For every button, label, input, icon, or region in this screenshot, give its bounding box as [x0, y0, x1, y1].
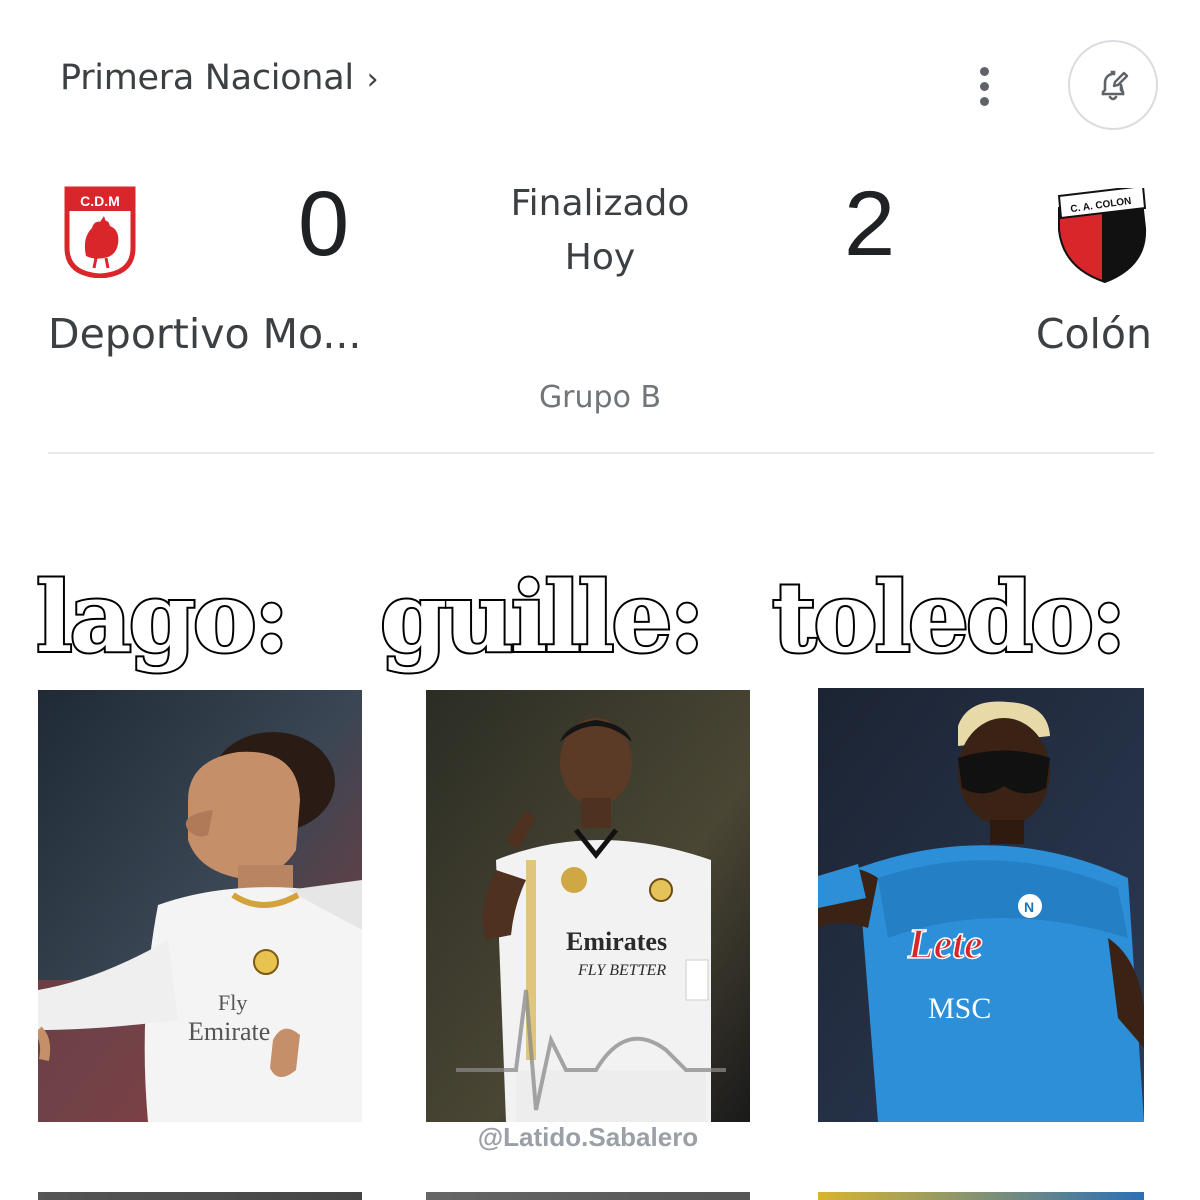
- player-photo-2: Emirates FLY BETTER: [426, 690, 750, 1122]
- watermark-handle: @Latido.Sabalero: [477, 1122, 699, 1152]
- svg-text:Fly: Fly: [218, 990, 247, 1015]
- player-image: Lete MSC N: [818, 688, 1144, 1122]
- player-photo-1: Fly Emirate: [38, 690, 362, 1122]
- svg-text:N: N: [1024, 899, 1034, 915]
- dot: [979, 96, 989, 106]
- caption-toledo: toledo:: [770, 561, 1129, 674]
- dot: [979, 81, 989, 91]
- player-image: Emirates FLY BETTER: [426, 690, 750, 1122]
- bell-edit-button[interactable]: [1068, 40, 1158, 130]
- chevron-right-icon: ›: [366, 62, 379, 97]
- svg-text:FLY BETTER: FLY BETTER: [577, 962, 666, 979]
- svg-text:Emirate: Emirate: [188, 1017, 270, 1046]
- player-image: Fly Emirate: [38, 690, 362, 1122]
- caption-guille: guille:: [378, 561, 707, 674]
- next-photo-edge: [818, 1192, 1144, 1200]
- league-link[interactable]: Primera Nacional ›: [60, 58, 379, 98]
- meme-page: Primera Nacional › C.D.M 0 Finalizado Ho…: [0, 0, 1200, 1200]
- svg-text:Lete: Lete: [907, 922, 983, 968]
- next-photo-edge: [426, 1192, 750, 1200]
- crest-text: C.D.M: [80, 193, 120, 209]
- away-team-name[interactable]: Colón: [1036, 311, 1152, 357]
- home-score: 0: [298, 173, 350, 275]
- group-label: Grupo B: [538, 380, 662, 415]
- svg-text:MSC: MSC: [928, 992, 991, 1025]
- home-team-name[interactable]: Deportivo Mo...: [48, 311, 361, 357]
- svg-text:Emirates: Emirates: [566, 927, 667, 956]
- more-vert-icon[interactable]: [962, 58, 1006, 114]
- next-photo-edge: [38, 1192, 362, 1200]
- player-photo-3: Lete MSC N: [818, 688, 1144, 1122]
- caption-lago: lago:: [34, 561, 291, 674]
- bell-edit-icon: [1101, 70, 1129, 101]
- colon-crest[interactable]: C. A. COLON: [1055, 188, 1149, 284]
- deportivo-moron-crest[interactable]: C.D.M: [64, 186, 136, 278]
- match-date: Hoy: [564, 237, 636, 278]
- match-status: Finalizado: [510, 183, 690, 224]
- away-score: 2: [844, 173, 896, 275]
- dot: [979, 66, 989, 76]
- league-name: Primera Nacional: [60, 58, 354, 98]
- card-divider: [48, 452, 1154, 454]
